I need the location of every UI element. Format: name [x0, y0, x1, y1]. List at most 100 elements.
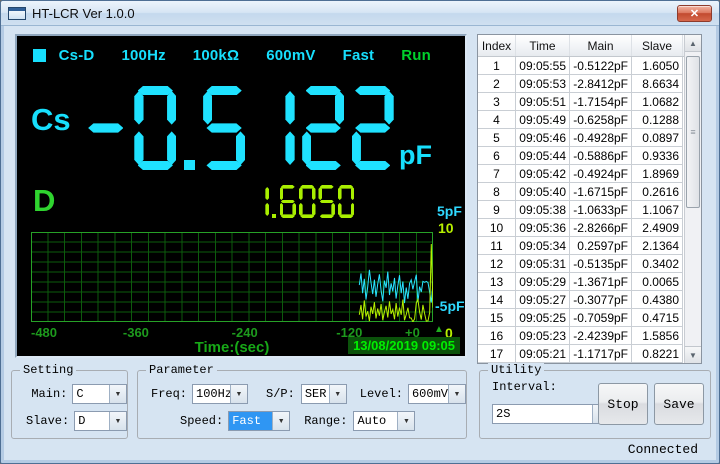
speed-value: Fast — [229, 412, 272, 430]
table-cell: -1.6715pF — [570, 183, 632, 201]
interval-combobox[interactable]: 2S ▼ — [492, 404, 610, 424]
column-header-slave[interactable]: Slave — [632, 35, 683, 56]
table-row[interactable]: 809:05:40-1.6715pF0.2616 — [478, 183, 684, 201]
log-table-header: IndexTimeMainSlave — [478, 35, 684, 57]
table-cell: -1.0633pF — [570, 201, 632, 219]
table-cell: 1.5856 — [632, 327, 683, 345]
main-setting-combobox[interactable]: C ▼ — [72, 384, 127, 404]
speed-combobox[interactable]: Fast ▼ — [228, 411, 290, 431]
table-cell: 10 — [478, 219, 516, 237]
table-cell: 09:05:38 — [516, 201, 570, 219]
table-row[interactable]: 1109:05:340.2597pF2.1364 — [478, 237, 684, 255]
chevron-down-icon[interactable]: ▼ — [272, 412, 289, 430]
table-row[interactable]: 1609:05:23-2.4239pF1.5856 — [478, 327, 684, 345]
freq-value: 100Hz — [193, 385, 230, 403]
sp-combobox[interactable]: SER ▼ — [301, 384, 347, 404]
table-cell: 17 — [478, 345, 516, 363]
table-cell: 09:05:42 — [516, 165, 570, 183]
table-cell: 0.4380 — [632, 291, 683, 309]
table-row[interactable]: 1209:05:31-0.5135pF0.3402 — [478, 255, 684, 273]
window-title: HT-LCR Ver 1.0.0 — [32, 6, 135, 21]
log-table-main: IndexTimeMainSlave 109:05:55-0.5122pF1.6… — [478, 35, 684, 363]
table-row[interactable]: 109:05:55-0.5122pF1.6050 — [478, 57, 684, 75]
lcd-status-row: Cs-D 100Hz 100kΩ 600mV Fast Run — [33, 47, 455, 64]
column-header-index[interactable]: Index — [478, 35, 516, 56]
chevron-down-icon[interactable]: ▼ — [397, 412, 414, 430]
table-row[interactable]: 609:05:44-0.5886pF0.9336 — [478, 147, 684, 165]
table-cell: 09:05:44 — [516, 147, 570, 165]
close-button[interactable]: ✕ — [677, 5, 712, 22]
lcd-speed: Fast — [343, 47, 375, 64]
level-combobox[interactable]: 600mV ▼ — [408, 384, 466, 404]
slave-setting-value: D — [75, 412, 109, 430]
table-cell: 09:05:40 — [516, 183, 570, 201]
table-cell: 5 — [478, 129, 516, 147]
table-scrollbar[interactable]: ▲ ≡ ▼ — [684, 35, 701, 363]
utility-groupbox: Utility Interval: 2S ▼ Stop Save — [479, 370, 711, 439]
run-status: Run — [401, 47, 431, 64]
level-value: 600mV — [409, 385, 448, 403]
table-row[interactable]: 309:05:51-1.7154pF1.0682 — [478, 93, 684, 111]
table-cell: 1.1067 — [632, 201, 683, 219]
table-cell: -0.5886pF — [570, 147, 632, 165]
slave-setting-combobox[interactable]: D ▼ — [74, 411, 127, 431]
save-button[interactable]: Save — [654, 383, 704, 425]
chevron-down-icon[interactable]: ▼ — [230, 385, 247, 403]
table-cell: 09:05:29 — [516, 273, 570, 291]
chevron-down-icon[interactable]: ▼ — [109, 385, 126, 403]
title-bar[interactable]: HT-LCR Ver 1.0.0 ✕ — [1, 1, 719, 26]
slave-parameter-label: D — [33, 183, 55, 219]
table-row[interactable]: 709:05:42-0.4924pF1.8969 — [478, 165, 684, 183]
table-row[interactable]: 1009:05:36-2.8266pF2.4909 — [478, 219, 684, 237]
table-cell: 09:05:36 — [516, 219, 570, 237]
datetime-stamp: 13/08/2019 09:05 — [348, 337, 460, 354]
column-header-time[interactable]: Time — [516, 35, 570, 56]
table-row[interactable]: 509:05:46-0.4928pF0.0897 — [478, 129, 684, 147]
freq-combobox[interactable]: 100Hz ▼ — [192, 384, 248, 404]
range-combobox[interactable]: Auto ▼ — [353, 411, 415, 431]
table-cell: 14 — [478, 291, 516, 309]
table-row[interactable]: 1509:05:25-0.7059pF0.4715 — [478, 309, 684, 327]
table-cell: -2.8266pF — [570, 219, 632, 237]
range-value: Auto — [354, 412, 397, 430]
table-row[interactable]: 1309:05:29-1.3671pF0.0065 — [478, 273, 684, 291]
table-row[interactable]: 909:05:38-1.0633pF1.1067 — [478, 201, 684, 219]
thumb-grip-icon: ≡ — [690, 127, 695, 137]
table-cell: 1.8969 — [632, 165, 683, 183]
table-cell: 09:05:25 — [516, 309, 570, 327]
lcd-display-panel: Cs-D 100Hz 100kΩ 600mV Fast Run Cs pF D … — [15, 34, 467, 358]
table-row[interactable]: 209:05:53-2.8412pF8.6634 — [478, 75, 684, 93]
scroll-up-icon[interactable]: ▲ — [685, 35, 701, 52]
table-cell: -0.4924pF — [570, 165, 632, 183]
chevron-down-icon[interactable]: ▼ — [329, 385, 346, 403]
chevron-down-icon[interactable]: ▼ — [109, 412, 126, 430]
table-cell: 09:05:49 — [516, 111, 570, 129]
table-cell: 0.8221 — [632, 345, 683, 363]
arrow-up-icon: ▲ — [434, 324, 444, 335]
scroll-down-icon[interactable]: ▼ — [685, 346, 701, 363]
main-setting-label: Main: — [26, 387, 67, 401]
close-icon: ✕ — [690, 7, 699, 20]
table-row[interactable]: 1709:05:21-1.1717pF0.8221 — [478, 345, 684, 363]
main-reading-unit: pF — [399, 140, 432, 171]
y-axis-label-bottom-primary: -5pF — [435, 298, 465, 314]
lcd-impedance-range: 100kΩ — [193, 47, 239, 64]
table-cell: 0.3402 — [632, 255, 683, 273]
scrollbar-thumb[interactable]: ≡ — [686, 56, 700, 208]
lcd-frequency: 100Hz — [121, 47, 165, 64]
table-cell: 0.4715 — [632, 309, 683, 327]
slave-reading-value — [251, 185, 356, 218]
table-row[interactable]: 1409:05:27-0.3077pF0.4380 — [478, 291, 684, 309]
table-cell: 09:05:21 — [516, 345, 570, 363]
chevron-down-icon[interactable]: ▼ — [448, 385, 465, 403]
table-cell: 12 — [478, 255, 516, 273]
interval-value: 2S — [493, 405, 592, 423]
table-row[interactable]: 409:05:49-0.6258pF0.1288 — [478, 111, 684, 129]
stop-button[interactable]: Stop — [598, 383, 648, 425]
table-cell: -0.5122pF — [570, 57, 632, 75]
column-header-main[interactable]: Main — [570, 35, 632, 56]
table-cell: 09:05:46 — [516, 129, 570, 147]
parameter-group-title: Parameter — [146, 363, 217, 377]
x-tick: -480 — [31, 325, 57, 340]
sp-label: S/P: — [266, 387, 295, 401]
